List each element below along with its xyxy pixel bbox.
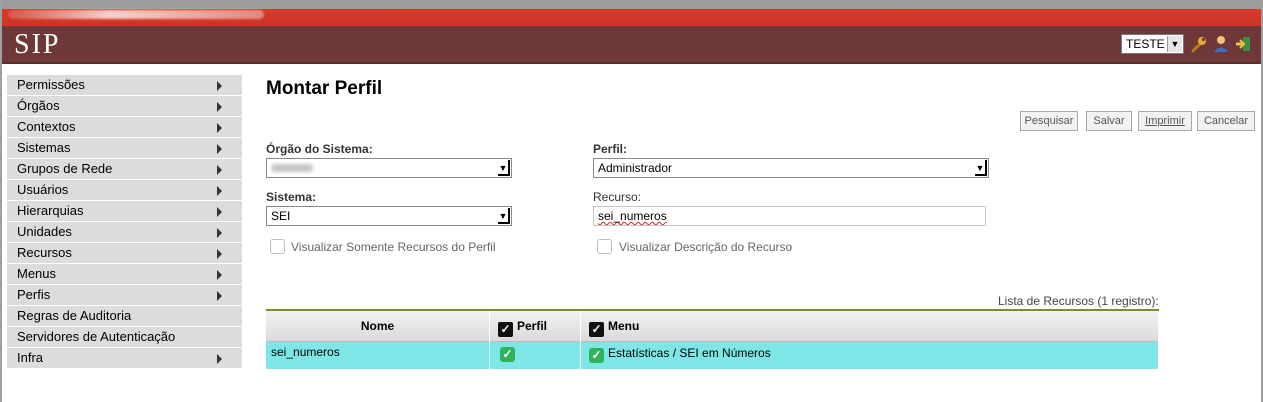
imprimir-button[interactable]: Imprimir	[1138, 111, 1192, 131]
sidebar-item-usuarios[interactable]: Usuários	[7, 180, 242, 201]
table-header: Nome ✓ Perfil ✓ Menu	[266, 311, 1159, 342]
recurso-input-value: sei_numeros	[598, 209, 667, 223]
sidebar-item-label: Hierarquias	[17, 203, 84, 218]
sidebar-item-label: Servidores de Autenticação	[17, 329, 176, 344]
list-caption: Lista de Recursos (1 registro):	[998, 294, 1159, 308]
sidebar-item-contextos[interactable]: Contextos	[7, 117, 242, 138]
chevron-right-icon	[217, 102, 222, 112]
chevron-right-icon	[217, 207, 222, 217]
sidebar-item-orgaos[interactable]: Órgãos	[7, 96, 242, 117]
orgao-select[interactable]: ▼	[266, 158, 512, 178]
pesquisar-button[interactable]: Pesquisar	[1020, 111, 1078, 131]
perfil-select[interactable]: Administrador ▼	[593, 158, 989, 178]
sidebar-item-label: Unidades	[17, 224, 72, 239]
select-all-perfil-checkbox[interactable]: ✓	[498, 322, 513, 337]
sidebar-item-label: Infra	[17, 350, 44, 365]
exit-icon[interactable]	[1234, 34, 1252, 54]
page-title: Montar Perfil	[266, 78, 383, 99]
blurred-top-text	[8, 10, 264, 19]
sidebar-item-label: Órgãos	[17, 98, 60, 113]
chevron-right-icon	[217, 249, 222, 259]
somente-recursos-checkbox[interactable]	[270, 239, 285, 254]
column-header-perfil-label: Perfil	[517, 319, 548, 333]
app-window: SIP TESTE ▼ Permissões Órgãos Contextos …	[0, 0, 1263, 402]
chevron-right-icon	[217, 123, 222, 133]
descricao-recurso-label: Visualizar Descrição do Recurso	[619, 240, 793, 254]
cell-nome: sei_numeros	[266, 342, 490, 369]
sistema-label: Sistema:	[266, 190, 317, 204]
user-icon[interactable]	[1212, 34, 1230, 54]
sidebar-item-grupos-de-rede[interactable]: Grupos de Rede	[7, 159, 242, 180]
chevron-right-icon	[217, 354, 222, 364]
perfil-checkbox[interactable]: ✓	[500, 347, 515, 362]
sidebar-item-label: Perfis	[17, 287, 51, 302]
chevron-right-icon	[217, 270, 222, 280]
table-row[interactable]: sei_numeros ✓ ✓ Estatísticas / SEI em Núm…	[266, 342, 1159, 369]
org-select-value: TESTE	[1126, 37, 1165, 51]
sidebar-item-label: Recursos	[17, 245, 72, 260]
sidebar-item-label: Menus	[17, 266, 57, 281]
salvar-button[interactable]: Salvar	[1086, 111, 1132, 131]
chevron-down-icon: ▼	[1167, 36, 1182, 52]
column-header-perfil: ✓ Perfil	[490, 311, 581, 342]
sidebar-item-servidores-de-autenticacao[interactable]: Servidores de Autenticação	[7, 327, 242, 348]
perfil-select-value: Administrador	[598, 161, 673, 175]
column-header-menu-label: Menu	[608, 319, 640, 333]
sidebar-item-label: Contextos	[17, 119, 76, 134]
chevron-down-icon: ▼	[975, 160, 987, 176]
cell-perfil: ✓	[490, 342, 581, 369]
menu-checkbox[interactable]: ✓	[589, 348, 604, 363]
column-header-menu: ✓ Menu	[581, 311, 1159, 342]
somente-recursos-label: Visualizar Somente Recursos do Perfil	[291, 240, 496, 254]
chevron-right-icon	[217, 291, 222, 301]
sidebar-item-unidades[interactable]: Unidades	[7, 222, 242, 243]
sidebar-item-label: Permissões	[17, 77, 85, 92]
chevron-down-icon: ▼	[498, 160, 510, 176]
chevron-right-icon	[217, 228, 222, 238]
chevron-right-icon	[217, 81, 222, 91]
chevron-right-icon	[217, 186, 222, 196]
top-bar	[2, 0, 1261, 26]
header-bar: SIP TESTE ▼	[2, 26, 1261, 64]
sidebar-item-sistemas[interactable]: Sistemas	[7, 138, 242, 159]
perfil-label: Perfil:	[593, 142, 628, 156]
sidebar-item-infra[interactable]: Infra	[7, 348, 242, 369]
wrench-icon[interactable]	[1190, 34, 1208, 54]
recurso-input[interactable]: sei_numeros	[593, 206, 986, 226]
descricao-recurso-checkbox[interactable]	[597, 239, 612, 254]
orgao-label: Órgão do Sistema:	[266, 142, 373, 156]
sidebar-item-recursos[interactable]: Recursos	[7, 243, 242, 264]
sidebar-item-label: Grupos de Rede	[17, 161, 113, 176]
sidebar-item-label: Regras de Auditoria	[17, 308, 132, 323]
org-select[interactable]: TESTE ▼	[1121, 34, 1184, 54]
sidebar-item-permissoes[interactable]: Permissões	[7, 75, 242, 96]
cell-menu-label: Estatísticas / SEI em Números	[608, 346, 771, 360]
sidebar-item-regras-de-auditoria[interactable]: Regras de Auditoria	[7, 306, 242, 327]
orgao-select-value	[271, 164, 313, 172]
recurso-label: Recurso:	[593, 190, 642, 204]
chevron-right-icon	[217, 144, 222, 154]
sidebar-menu: Permissões Órgãos Contextos Sistemas Gru…	[7, 75, 242, 369]
sistema-select[interactable]: SEI ▼	[266, 206, 512, 226]
sidebar-item-menus[interactable]: Menus	[7, 264, 242, 285]
recursos-table: Nome ✓ Perfil ✓ Menu sei_numeros ✓ ✓ Estatí…	[266, 309, 1159, 369]
cancelar-button[interactable]: Cancelar	[1197, 111, 1255, 131]
chevron-right-icon	[217, 165, 222, 175]
sistema-select-value: SEI	[271, 209, 291, 223]
sidebar-item-label: Sistemas	[17, 140, 71, 155]
sidebar-item-perfis[interactable]: Perfis	[7, 285, 242, 306]
sidebar-item-hierarquias[interactable]: Hierarquias	[7, 201, 242, 222]
app-logo: SIP	[14, 29, 61, 60]
chevron-down-icon: ▼	[498, 208, 510, 224]
cell-menu: ✓ Estatísticas / SEI em Números	[581, 342, 1159, 369]
column-header-nome[interactable]: Nome	[266, 311, 490, 342]
select-all-menu-checkbox[interactable]: ✓	[589, 322, 604, 337]
sidebar-item-label: Usuários	[17, 182, 69, 197]
